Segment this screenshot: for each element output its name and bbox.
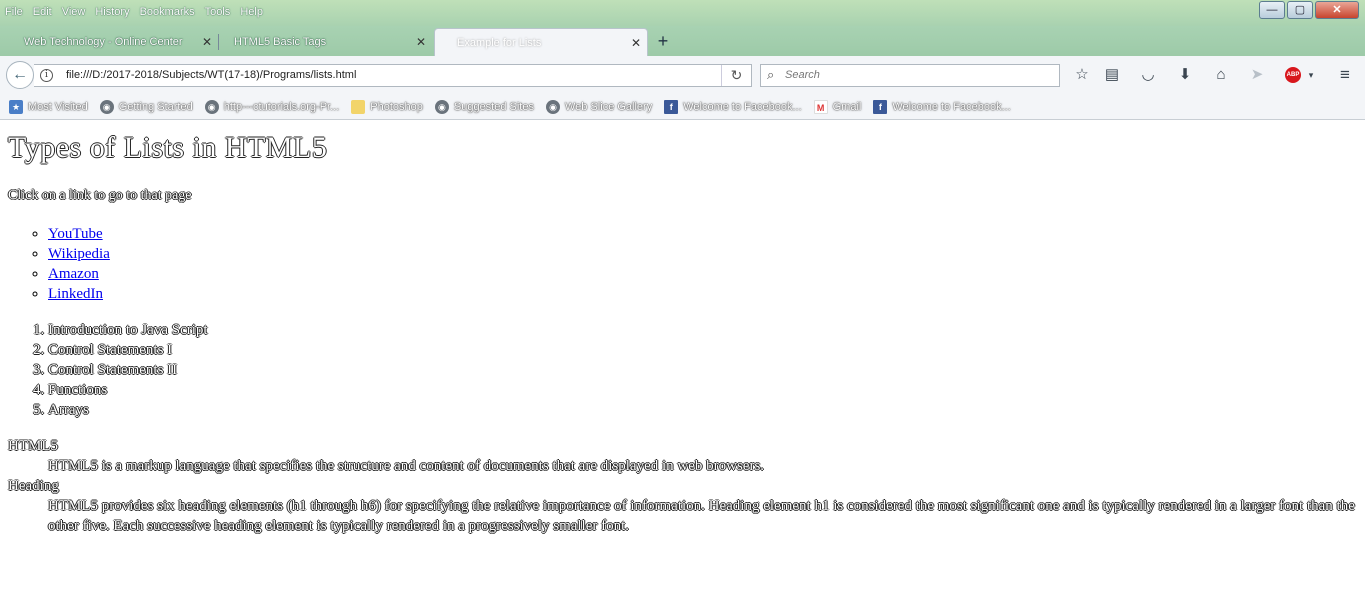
definition-description: HTML5 is a markup language that specifie… — [48, 458, 765, 474]
globe-icon: ◉ — [204, 99, 219, 114]
link-wikipedia[interactable]: Wikipedia — [48, 246, 110, 262]
title-bar: File Edit View History Bookmarks Tools H… — [0, 0, 1365, 26]
folder-icon — [351, 99, 366, 114]
bookmark-facebook-2[interactable]: f Welcome to Facebook... — [873, 99, 1011, 114]
navigation-bar: ← i file:///D:/2017-2018/Subjects/WT(17-… — [0, 56, 1365, 94]
bookmark-most-visited[interactable]: ★ Most Visited — [9, 99, 88, 114]
close-window-button[interactable]: ✕ — [1315, 1, 1359, 19]
search-icon: ⌕ — [767, 67, 775, 82]
close-tab-icon[interactable]: ✕ — [416, 28, 426, 56]
globe-icon: ◉ — [99, 99, 114, 114]
tab-html5-basic-tags[interactable]: HTML5 Basic Tags ✕ — [212, 28, 432, 56]
definition-list: HTML5 HTML5 is a markup language that sp… — [8, 436, 1358, 536]
list-item: Arrays — [48, 400, 1358, 420]
list-item: Introduction to Java Script — [48, 320, 1358, 340]
globe-icon: ◉ — [546, 99, 560, 114]
tab-label: Web Technology - Online Center — [24, 36, 183, 48]
definition-term: Heading — [8, 478, 59, 494]
bookmark-facebook-1[interactable]: f Welcome to Facebook... — [664, 99, 802, 114]
list-item: Control Statements II — [48, 360, 1358, 380]
list-item: LinkedIn — [48, 284, 1358, 304]
link-amazon[interactable]: Amazon — [48, 266, 99, 282]
topics-list: Introduction to Java Script Control Stat… — [48, 320, 1358, 420]
list-item: YouTube — [48, 224, 1358, 244]
hamburger-menu-icon[interactable]: ≡ — [1334, 65, 1356, 85]
page-content: Types of Lists in HTML5 Click on a link … — [8, 121, 1358, 536]
menu-bar: File Edit View History Bookmarks Tools H… — [0, 3, 268, 21]
menu-tools[interactable]: Tools — [200, 3, 236, 21]
tab-web-technology[interactable]: Web Technology - Online Center ✕ — [2, 28, 218, 56]
tab-label: HTML5 Basic Tags — [234, 36, 327, 48]
reading-list-icon[interactable]: ▤ — [1101, 65, 1123, 85]
definition-description: HTML5 provides six heading elements (h1 … — [48, 498, 1355, 534]
minimize-button[interactable]: — — [1259, 1, 1285, 19]
bookmarks-toolbar: ★ Most Visited ◉ Getting Started ◉ http-… — [0, 94, 1365, 120]
bookmark-photoshop[interactable]: Photoshop — [351, 99, 423, 114]
menu-view[interactable]: View — [57, 3, 91, 21]
url-text[interactable]: file:///D:/2017-2018/Subjects/WT(17-18)/… — [66, 65, 356, 86]
bookmark-label: Photoshop — [370, 100, 423, 113]
bookmark-label: Gmail — [832, 100, 862, 113]
new-tab-button[interactable]: + — [652, 28, 674, 54]
bookmark-suggested-sites[interactable]: ◉ Suggested Sites — [434, 99, 534, 114]
link-youtube[interactable]: YouTube — [48, 226, 103, 242]
page-title: Types of Lists in HTML5 — [8, 131, 328, 164]
tab-strip: Web Technology - Online Center ✕ HTML5 B… — [0, 26, 1365, 56]
list-item: Amazon — [48, 264, 1358, 284]
menu-edit[interactable]: Edit — [28, 3, 57, 21]
back-arrow-icon: ← — [12, 66, 28, 83]
tab-label: Example for Lists — [457, 37, 542, 49]
links-list: YouTube Wikipedia Amazon LinkedIn — [48, 224, 1358, 304]
bookmark-label: Getting Started — [118, 100, 193, 113]
menu-bookmarks[interactable]: Bookmarks — [135, 3, 200, 21]
downloads-icon[interactable]: ⬇ — [1174, 65, 1196, 85]
home-icon[interactable]: ⌂ — [1210, 65, 1232, 85]
instruction-text: Click on a link to go to that page — [8, 188, 192, 203]
adblock-menu-chevron-down-icon[interactable]: ▾ — [1300, 65, 1322, 85]
gmail-icon: M — [813, 99, 828, 114]
bookmark-label: Welcome to Facebook... — [683, 100, 802, 113]
most-visited-icon: ★ — [9, 99, 23, 114]
close-tab-icon[interactable]: ✕ — [631, 29, 641, 56]
bookmark-label: Suggested Sites — [453, 100, 534, 113]
bookmark-label: Web Slice Gallery — [565, 100, 653, 113]
pocket-icon[interactable]: ◡ — [1137, 65, 1159, 85]
info-icon[interactable]: i — [40, 69, 53, 82]
bookmark-label: Most Visited — [28, 100, 88, 113]
list-item: Control Statements I — [48, 340, 1358, 360]
bookmark-ctutorials[interactable]: ◉ http---ctutorials.org-Pr... — [204, 99, 340, 114]
bookmark-star-icon[interactable]: ☆ — [1071, 65, 1093, 85]
link-linkedin[interactable]: LinkedIn — [48, 286, 103, 302]
bookmark-label: Welcome to Facebook... — [892, 100, 1011, 113]
address-bar[interactable]: i file:///D:/2017-2018/Subjects/WT(17-18… — [34, 64, 752, 87]
reload-icon[interactable]: ↻ — [721, 65, 751, 86]
menu-help[interactable]: Help — [235, 3, 268, 21]
globe-icon: ◉ — [434, 99, 449, 114]
back-button[interactable]: ← — [6, 61, 34, 89]
menu-history[interactable]: History — [90, 3, 134, 21]
list-item: Wikipedia — [48, 244, 1358, 264]
facebook-icon: f — [664, 99, 679, 114]
bookmark-web-slice-gallery[interactable]: ◉ Web Slice Gallery — [546, 99, 653, 114]
bookmark-label: http---ctutorials.org-Pr... — [223, 100, 340, 113]
window-controls: — ▢ ✕ — [1257, 1, 1359, 19]
facebook-icon: f — [873, 99, 888, 114]
menu-file[interactable]: File — [0, 3, 28, 21]
share-icon[interactable]: ➤ — [1246, 65, 1268, 85]
definition-term: HTML5 — [8, 438, 58, 454]
close-tab-icon[interactable]: ✕ — [202, 28, 212, 56]
adblock-icon[interactable]: ABP — [1285, 67, 1301, 83]
tab-example-for-lists[interactable]: Example for Lists ✕ — [434, 28, 648, 56]
search-placeholder[interactable]: Search — [785, 65, 820, 86]
bookmark-getting-started[interactable]: ◉ Getting Started — [99, 99, 193, 114]
list-item: Functions — [48, 380, 1358, 400]
maximize-button[interactable]: ▢ — [1287, 1, 1313, 19]
bookmark-gmail[interactable]: M Gmail — [813, 99, 862, 114]
search-bar[interactable]: ⌕ Search — [760, 64, 1060, 87]
